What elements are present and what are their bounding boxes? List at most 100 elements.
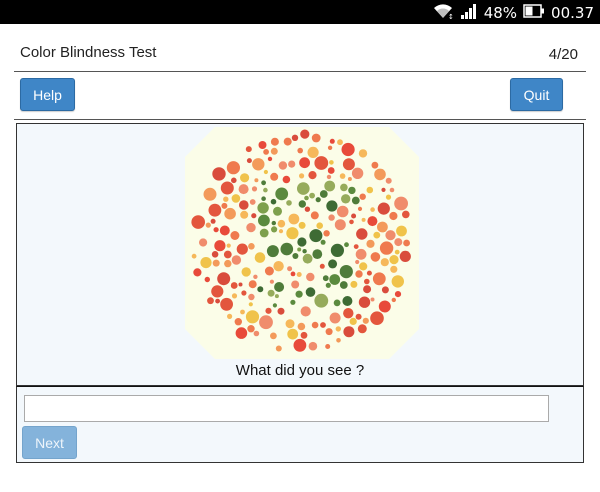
plate-dot [302, 249, 307, 254]
plate-dot [329, 312, 341, 324]
plate-dot [278, 229, 284, 234]
plate-dot [324, 180, 336, 192]
progress-counter: 4/20 [548, 46, 578, 63]
plate-dot [221, 202, 228, 209]
help-button[interactable]: Help [20, 78, 75, 111]
plate-dot [215, 298, 220, 304]
plate-dot [333, 299, 341, 307]
plate-dot [359, 193, 366, 200]
plate-dot [226, 161, 240, 175]
plate-dot [366, 186, 374, 194]
plate-dot [220, 297, 233, 311]
plate-dot [305, 287, 316, 297]
plate-dot [261, 180, 266, 186]
plate-dot [246, 158, 252, 164]
plate-dot [231, 177, 237, 184]
plate-dot [226, 243, 231, 248]
plate-dot [199, 238, 208, 247]
plate-dot [403, 239, 410, 247]
plate-dot [328, 214, 335, 221]
plate-dot [394, 196, 408, 211]
plate-dot [364, 278, 370, 285]
plate-dot [357, 324, 367, 334]
plate-dot [302, 253, 313, 264]
plate-dot [389, 187, 395, 193]
quit-button[interactable]: Quit [510, 78, 563, 111]
plate-dot [309, 229, 323, 243]
wifi-icon: ↕ [432, 2, 454, 24]
plate-dot [351, 196, 360, 205]
plate-dot [362, 317, 369, 324]
plate-dot [366, 270, 372, 276]
question-text: What did you see ? [235, 362, 365, 379]
plate-dot [357, 206, 363, 211]
plate-dot [325, 328, 333, 336]
plate-dot [353, 244, 359, 249]
plate-dot [385, 194, 392, 200]
plate-dot [200, 257, 212, 269]
plate-dot [288, 160, 296, 168]
plate-dot [297, 247, 302, 252]
plate-dot [312, 249, 323, 259]
plate-dot [341, 142, 355, 157]
plate-dot [296, 272, 302, 277]
plate-dot [208, 203, 222, 217]
plate-dot [217, 272, 231, 286]
plate-dot [251, 213, 257, 219]
plate-dot [343, 308, 354, 319]
plate-dot [349, 219, 354, 225]
plate-dot [351, 167, 364, 179]
plate-dot [283, 137, 292, 146]
answer-panel: Next [16, 386, 584, 463]
plate-dot [355, 270, 363, 278]
plate-dot [245, 146, 252, 153]
plate-dot [314, 156, 329, 170]
plate-dot [329, 274, 341, 285]
plate-dot [335, 326, 341, 332]
plate-dot [371, 161, 379, 169]
plate-dot [342, 296, 353, 306]
plate-dot [367, 216, 378, 227]
plate-dot [310, 211, 319, 220]
plate-dot [307, 146, 319, 158]
plate-dot [270, 172, 279, 181]
plate-dot [309, 192, 315, 199]
plate-dot [308, 171, 317, 180]
plate-dot [213, 227, 219, 233]
plate-dot [330, 243, 344, 257]
plate-dot [280, 242, 294, 256]
plate-dot [223, 250, 232, 259]
plate-dot [263, 187, 268, 193]
plate-dot [355, 259, 360, 265]
plate-dot [203, 187, 217, 201]
plate-dot [252, 158, 265, 171]
plate-dot [327, 145, 333, 150]
plate-dot [230, 282, 238, 289]
plate-dot [402, 210, 410, 219]
plate-dot [334, 219, 346, 231]
plate-dot [241, 290, 247, 296]
plate-dot [314, 293, 329, 308]
plate-dot [246, 222, 256, 233]
plate-dot [358, 296, 371, 308]
plate-dot [311, 321, 319, 329]
plate-dot [271, 226, 278, 233]
plate-dot [378, 300, 391, 313]
plate-dot [350, 280, 358, 288]
answer-input[interactable] [24, 395, 549, 422]
plate-dot [370, 252, 381, 262]
plate-dot [291, 280, 300, 289]
plate-dot [193, 268, 202, 277]
plate-dot [249, 199, 256, 205]
plate-dot [399, 250, 411, 262]
plate-dot [359, 262, 368, 271]
plate-dot [207, 297, 214, 305]
plate-dot [323, 230, 330, 237]
plate-dot [385, 230, 396, 241]
next-button[interactable]: Next [22, 426, 77, 459]
plate-dot [370, 297, 375, 302]
plate-dot [214, 240, 226, 252]
plate-dot [277, 307, 285, 315]
plate-dot [374, 168, 386, 181]
plate-dot [240, 210, 249, 219]
